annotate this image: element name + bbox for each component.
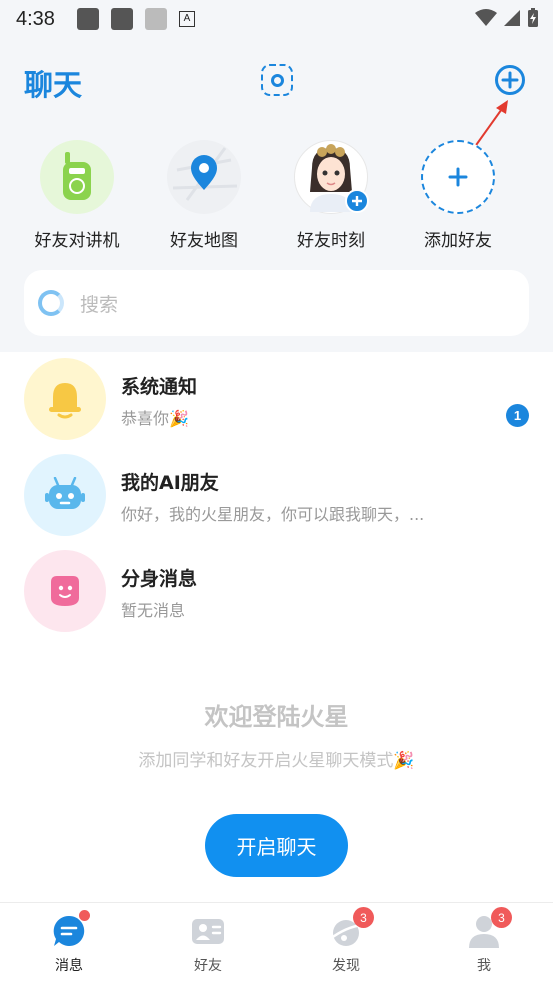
quick-action-walkie-talkie[interactable]: 好友对讲机 [22,140,132,251]
tab-discover[interactable]: 3 发现 [306,907,386,975]
clone-face-icon [24,550,106,632]
robot-icon [24,454,106,536]
list-item[interactable]: 我的AI朋友 你好，我的火星朋友，你可以跟我聊天，... [0,448,553,540]
conversation-title: 我的AI朋友 [121,472,219,494]
status-indicators [475,8,539,28]
plus-circle-icon [495,65,525,95]
add-moment-icon [345,189,369,213]
quick-action-label: 好友对讲机 [34,231,120,251]
tab-badge: 3 [353,907,374,928]
conversation-preview: 暂无消息 [121,601,186,620]
status-bar: 4:38 A [0,0,553,38]
add-button[interactable] [494,64,526,96]
unread-dot [79,910,90,921]
list-item[interactable]: 系统通知 恭喜你🎉 1 [0,352,553,444]
quick-action-map[interactable]: 好友地图 [149,140,259,251]
bell-icon [24,358,106,440]
search-icon [38,290,64,316]
search-input[interactable]: 搜索 [24,270,529,336]
tab-me[interactable]: 3 我 [444,907,524,975]
tab-label: 我 [477,958,491,974]
conversation-title: 系统通知 [121,376,198,398]
quick-action-label: 好友时刻 [297,231,365,251]
list-item[interactable]: 分身消息 暂无消息 [0,544,553,636]
scan-button[interactable] [261,64,293,96]
quick-action-label: 添加好友 [424,231,492,251]
tab-label: 发现 [332,958,360,974]
map-pin-icon [167,140,241,214]
wifi-icon [475,9,497,26]
tab-friends[interactable]: 好友 [168,913,248,975]
conversation-preview: 你好，我的火星朋友，你可以跟我聊天，... [121,505,425,524]
profile-icon: 3 [466,907,512,949]
tab-label: 好友 [194,958,222,974]
battery-icon [528,8,538,27]
welcome-subtitle: 添加同学和好友开启火星聊天模式🎉 [138,751,415,771]
tab-bar: 消息 好友 3 发现 3 我 [0,902,553,983]
notification-icon [76,8,99,30]
conversation-preview: 恭喜你🎉 [121,409,189,428]
quick-action-add-friend[interactable]: 添加好友 [403,140,513,251]
conversation-title: 分身消息 [121,568,198,590]
page-title: 聊天 [24,68,83,102]
tab-messages[interactable]: 消息 [29,910,109,975]
walkie-talkie-icon [40,140,114,214]
discover-planet-icon: 3 [328,907,374,949]
scan-icon [270,73,284,87]
add-friend-icon [421,140,495,214]
a-icon: A [178,11,195,27]
search-placeholder: 搜索 [80,293,119,316]
avatar [294,140,369,214]
start-chat-button[interactable]: 开启聊天 [205,814,348,877]
quick-action-moments[interactable]: 好友时刻 [276,140,386,251]
welcome-title: 欢迎登陆火星 [204,703,349,731]
signal-icon [504,10,520,26]
notification-icon [144,8,167,30]
quick-action-label: 好友地图 [170,231,238,251]
notification-icon [110,8,133,30]
status-time: 4:38 [16,7,55,30]
chat-bubble-icon [51,910,90,949]
tab-badge: 3 [491,907,512,928]
friends-card-icon [190,913,226,949]
tab-label: 消息 [55,958,83,974]
unread-badge: 1 [506,404,529,427]
